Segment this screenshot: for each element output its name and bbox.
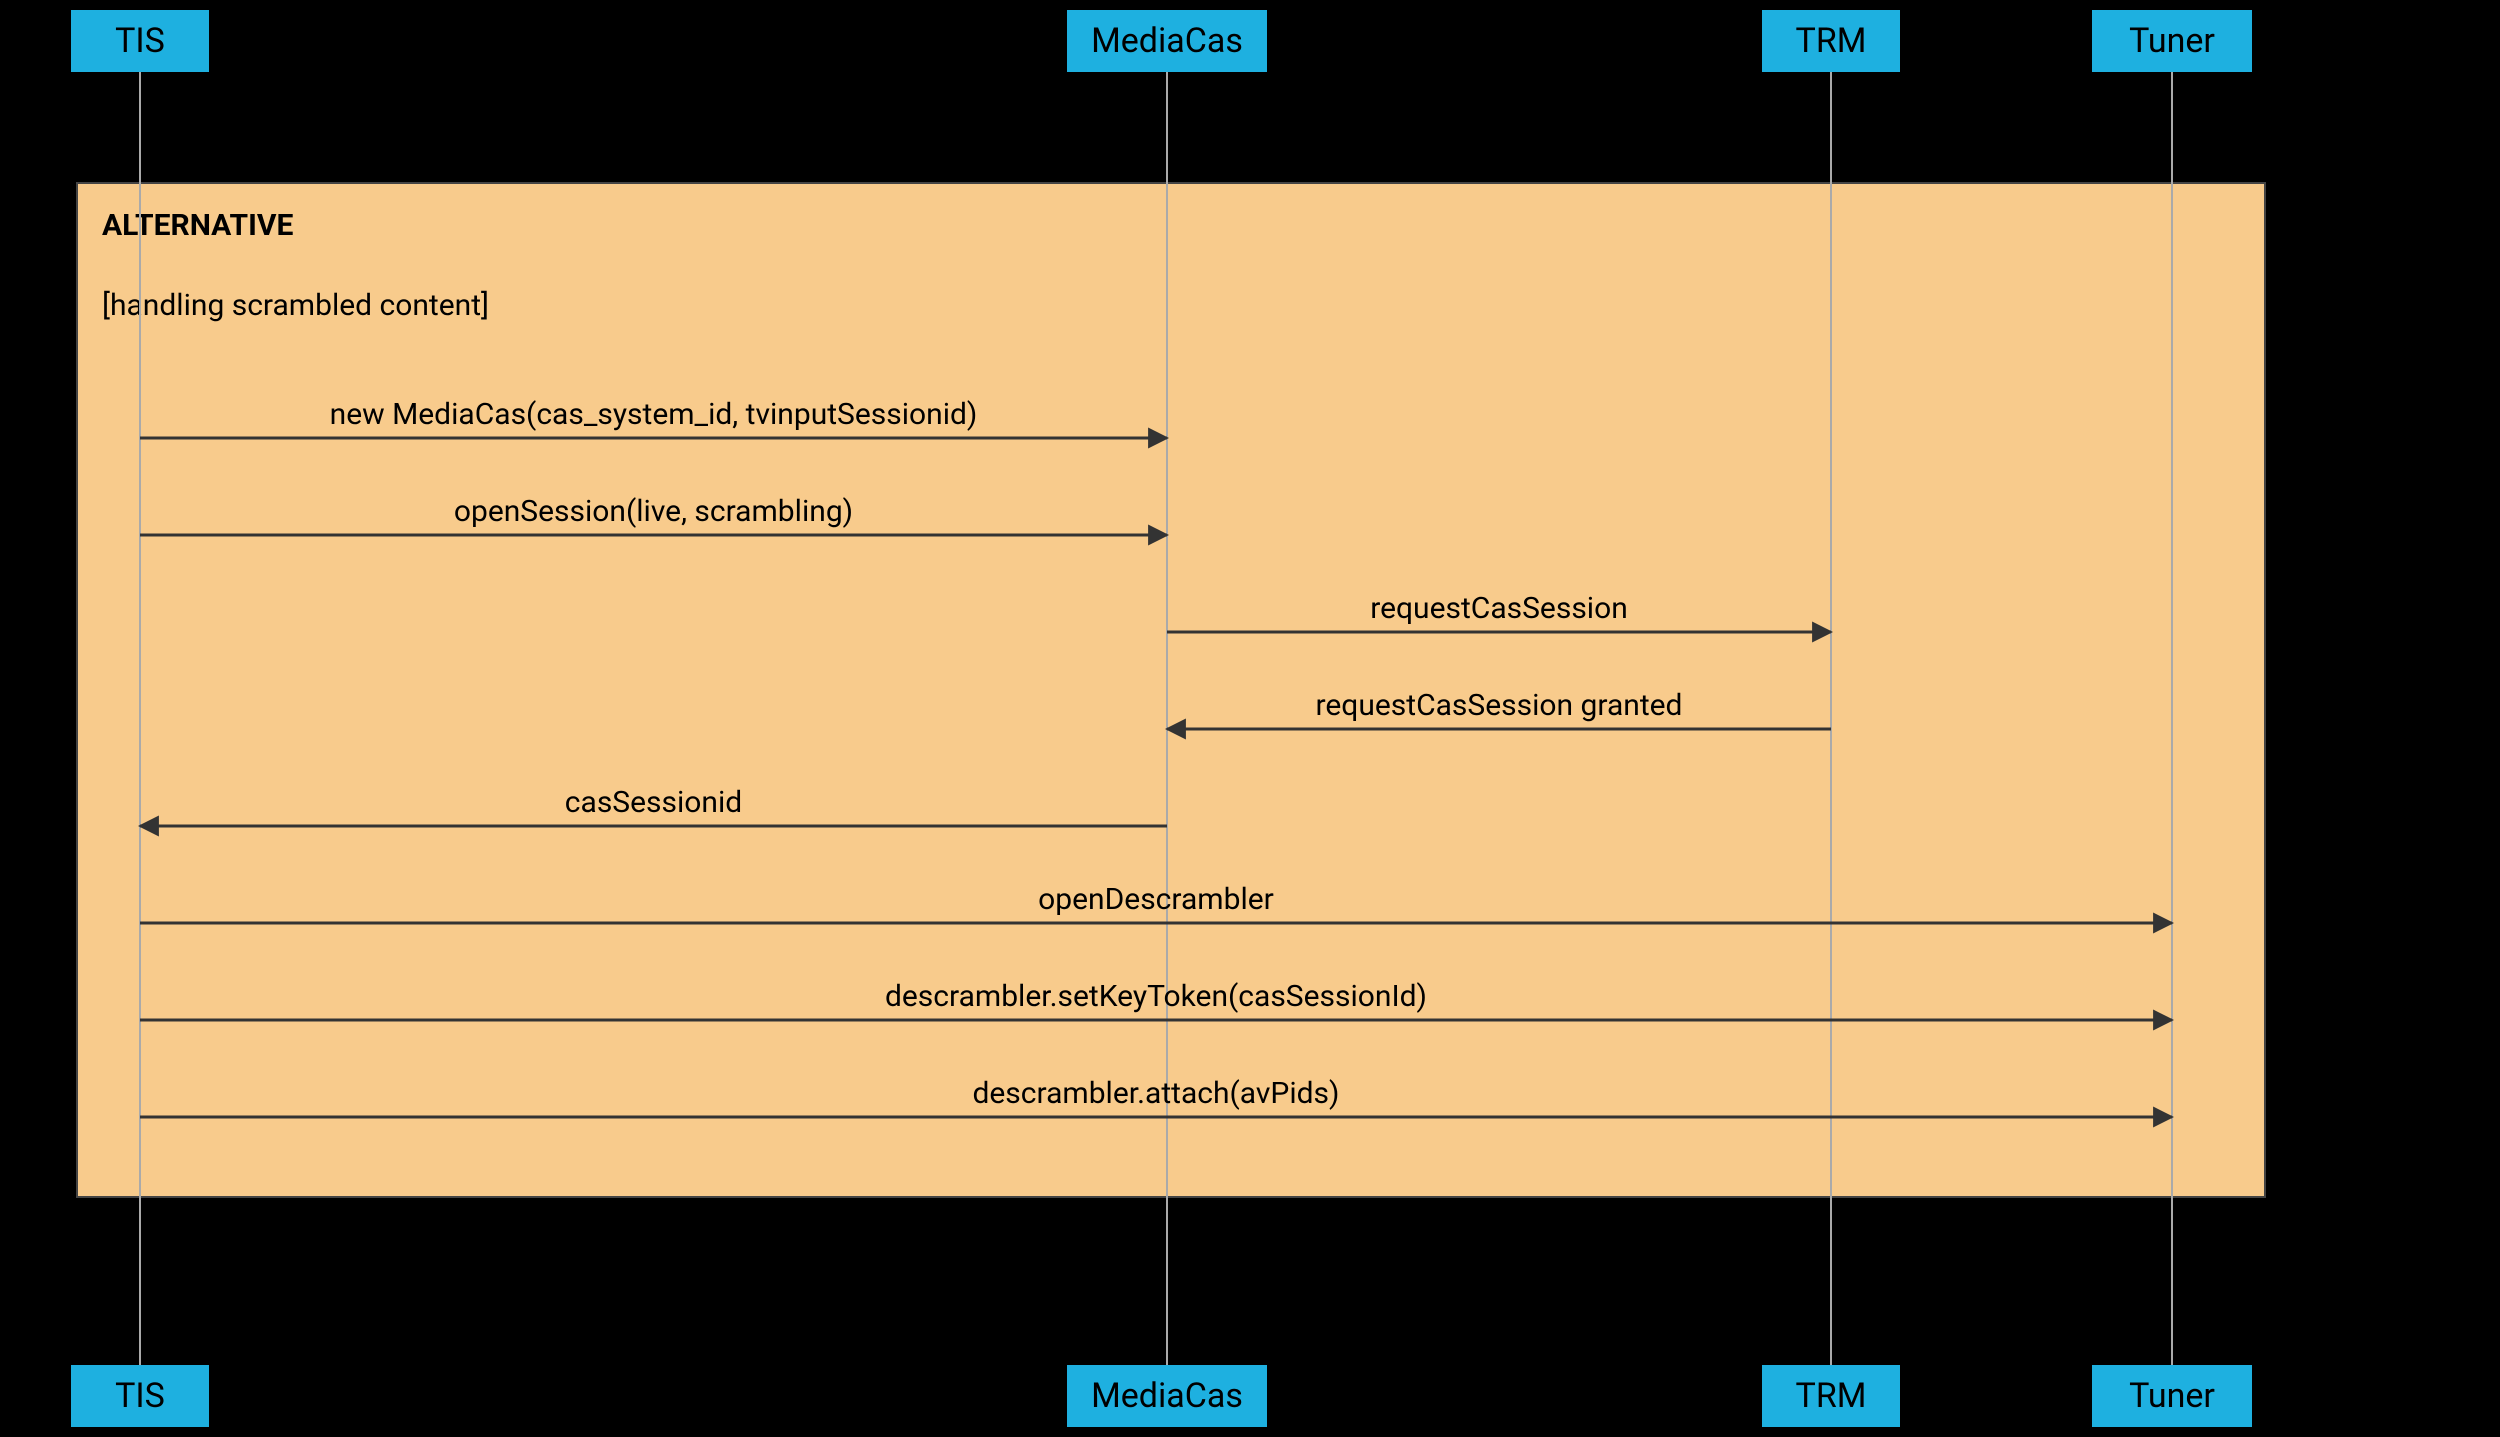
participant-mediacas-top: MediaCas [1067, 10, 1267, 72]
message-label-2: requestCasSession [1370, 591, 1628, 626]
participant-mediacas-bottom: MediaCas [1067, 1365, 1267, 1427]
message-label-6: descrambler.setKeyToken(casSessionId) [885, 979, 1427, 1014]
participant-trm-bottom: TRM [1762, 1365, 1900, 1427]
participant-tuner-top: Tuner [2092, 10, 2252, 72]
participant-label-tis-bottom: TIS [115, 1376, 165, 1416]
participant-label-tuner-top: Tuner [2129, 21, 2215, 61]
participant-label-tis-top: TIS [115, 21, 165, 61]
sequence-diagram: ALTERNATIVE[handling scrambled content] … [0, 0, 2500, 1437]
message-label-1: openSession(live, scrambling) [454, 494, 853, 529]
message-label-3: requestCasSession granted [1316, 688, 1683, 723]
participant-label-trm-top: TRM [1796, 21, 1867, 61]
participant-trm-top: TRM [1762, 10, 1900, 72]
participant-label-mediacas-bottom: MediaCas [1091, 1376, 1243, 1416]
message-label-7: descrambler.attach(avPids) [972, 1076, 1339, 1111]
alt-condition: [handling scrambled content] [102, 288, 489, 323]
message-label-0: new MediaCas(cas_system_id, tvinputSessi… [330, 397, 978, 432]
alt-title: ALTERNATIVE [102, 208, 293, 243]
participant-label-tuner-bottom: Tuner [2129, 1376, 2215, 1416]
participant-tis-bottom: TIS [71, 1365, 209, 1427]
participant-tis-top: TIS [71, 10, 209, 72]
alt-fragment [77, 183, 2265, 1197]
message-label-5: openDescrambler [1038, 882, 1274, 917]
message-label-4: casSessionid [565, 785, 742, 820]
participant-label-mediacas-top: MediaCas [1091, 21, 1243, 61]
participant-tuner-bottom: Tuner [2092, 1365, 2252, 1427]
participant-label-trm-bottom: TRM [1796, 1376, 1867, 1416]
